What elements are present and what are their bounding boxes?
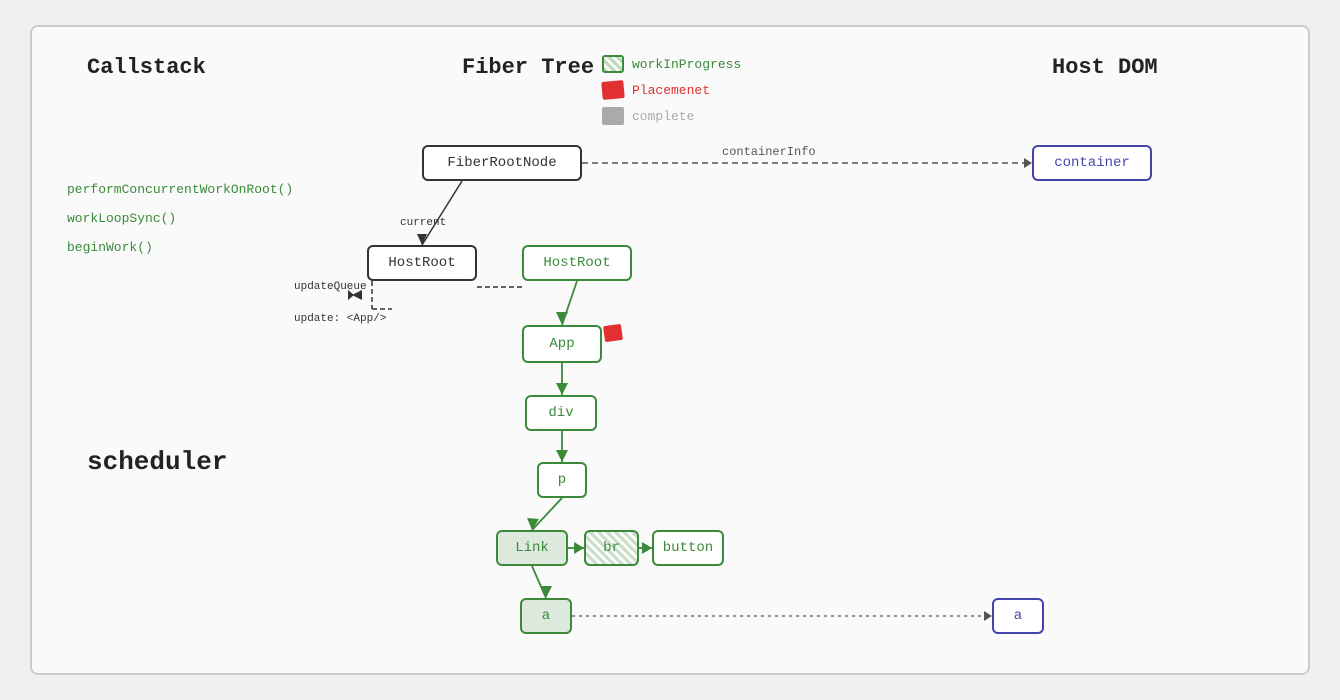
svg-text:update: <App/>: update: <App/> [294,313,386,325]
fibertree-title: Fiber Tree [462,55,594,80]
link-node: Link [496,530,568,566]
complete-label: complete [632,109,694,124]
container-node: container [1032,145,1152,181]
placement-icon [601,80,624,100]
main-canvas: Callstack Fiber Tree Host DOM workInProg… [30,25,1310,675]
a-fiber-node: a [520,598,572,634]
svg-text:containerInfo: containerInfo [722,145,816,159]
svg-text:updateQueue: updateQueue [294,281,367,293]
callstack-item-2: workLoopSync() [67,211,293,226]
br-node: br [584,530,639,566]
app-node: App [522,325,602,363]
callstack-item-1: performConcurrentWorkOnRoot() [67,182,293,197]
callstack-list: performConcurrentWorkOnRoot() workLoopSy… [67,182,293,255]
legend-placement: Placemenet [602,81,741,99]
complete-icon [602,107,624,125]
div-node: div [525,395,597,431]
wip-icon [602,55,624,73]
a-dom-node: a [992,598,1044,634]
p-node: p [537,462,587,498]
svg-text:current: current [400,217,446,229]
callstack-item-3: beginWork() [67,240,293,255]
legend-wip: workInProgress [602,55,741,73]
hostdom-title: Host DOM [1052,55,1158,80]
callstack-title: Callstack [87,55,206,80]
wip-label: workInProgress [632,57,741,72]
hostroot-left-node: HostRoot [367,245,477,281]
fiber-root-node: FiberRootNode [422,145,582,181]
placement-badge-app [603,324,623,342]
hostroot-right-node: HostRoot [522,245,632,281]
button-node: button [652,530,724,566]
legend-complete: complete [602,107,741,125]
legend: workInProgress Placemenet complete [602,55,741,125]
scheduler-label: scheduler [87,447,227,477]
placement-label: Placemenet [632,83,710,98]
